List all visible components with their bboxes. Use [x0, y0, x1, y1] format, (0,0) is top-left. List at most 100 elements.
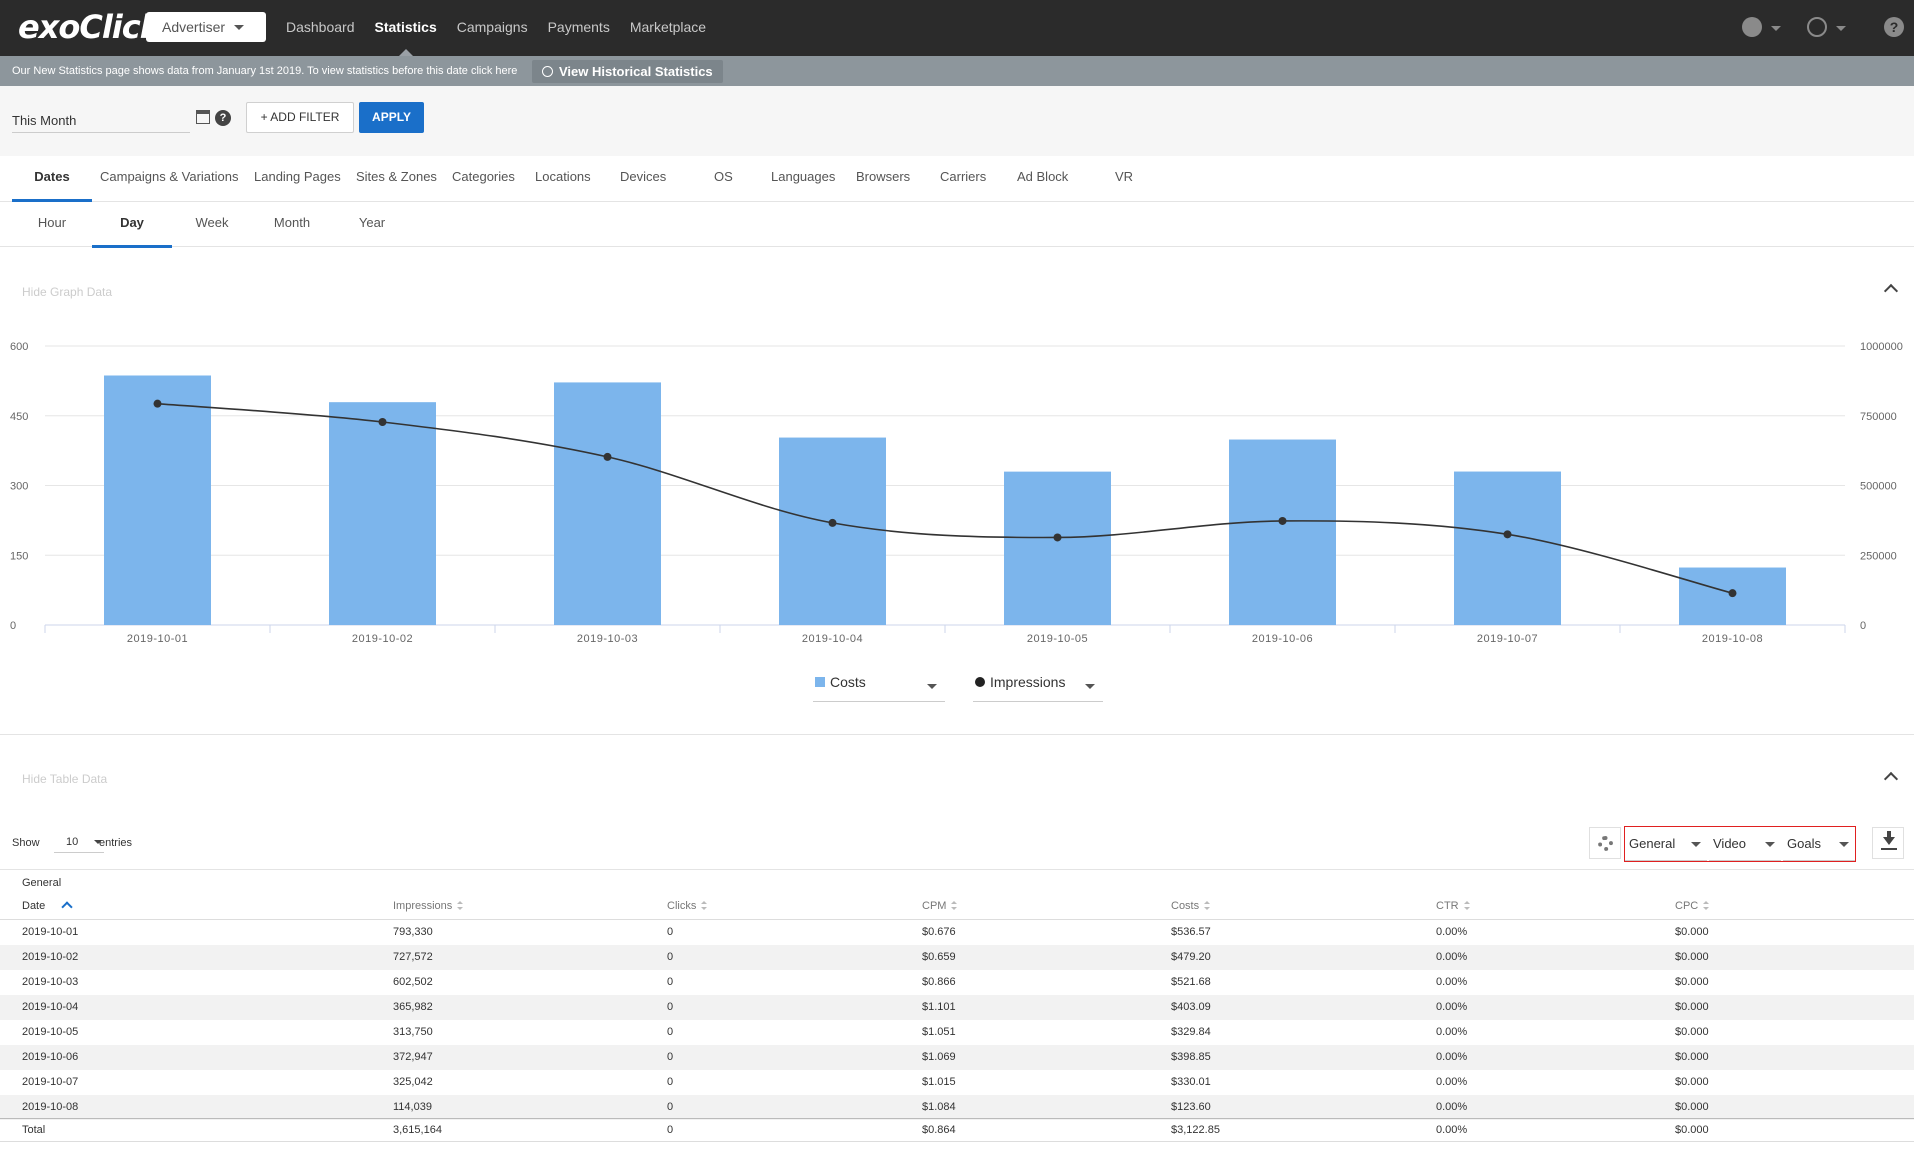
table-cell: 727,572: [393, 951, 433, 963]
chevron-down-icon[interactable]: [1771, 26, 1781, 31]
download-button[interactable]: [1872, 827, 1904, 859]
x-tick-label: 2019-10-03: [577, 633, 638, 645]
y-left-tick-label: 450: [10, 411, 28, 423]
tab-year[interactable]: Year: [332, 202, 412, 248]
costs-bar: [1454, 471, 1561, 625]
column-header-costs[interactable]: Costs: [1171, 900, 1211, 912]
nav-campaigns[interactable]: Campaigns: [447, 0, 538, 56]
tab-ad-block[interactable]: Ad Block: [1017, 156, 1068, 202]
x-tick-label: 2019-10-08: [1702, 633, 1763, 645]
history-icon: [542, 66, 553, 77]
chevron-down-icon: [234, 25, 244, 30]
tab-locations[interactable]: Locations: [535, 156, 591, 202]
help-icon[interactable]: ?: [1884, 17, 1904, 37]
show-entries: Show 10 entries: [12, 836, 132, 853]
impressions-point: [1503, 530, 1512, 539]
tab-sites-zones[interactable]: Sites & Zones: [356, 156, 437, 202]
column-header-cpc[interactable]: CPC: [1675, 900, 1710, 912]
notice-bar: Our New Statistics page shows data from …: [0, 56, 1914, 86]
hide-table-data-toggle[interactable]: Hide Table Data: [22, 772, 107, 786]
tab-hour[interactable]: Hour: [12, 202, 92, 248]
date-range-input[interactable]: This Month: [12, 108, 190, 133]
table-cell: $0.000: [1675, 1001, 1709, 1013]
tab-languages[interactable]: Languages: [771, 156, 835, 202]
column-header-impressions[interactable]: Impressions: [393, 900, 464, 912]
table-cell: 0.00%: [1436, 926, 1468, 938]
column-settings-button[interactable]: [1589, 827, 1621, 859]
column-header-ctr[interactable]: CTR: [1436, 900, 1470, 912]
nav-statistics[interactable]: Statistics: [365, 0, 447, 56]
chevron-down-icon: [1691, 842, 1701, 847]
top-navbar: exoClick Advertiser Dashboard Statistics…: [0, 0, 1914, 56]
nav-dashboard[interactable]: Dashboard: [276, 0, 365, 56]
table-cell: $1.015: [922, 1076, 956, 1088]
left-metric-select[interactable]: Costs: [813, 674, 945, 702]
granularity-tabs: Hour Day Week Month Year: [0, 202, 1914, 248]
table-cell: $0.000: [1675, 976, 1709, 988]
tab-vr[interactable]: VR: [1115, 156, 1133, 202]
column-header-ctr-label: CTR: [1436, 900, 1459, 912]
column-header-cpm[interactable]: CPM: [922, 900, 958, 912]
impressions-point: [1728, 589, 1737, 598]
tab-categories[interactable]: Categories: [452, 156, 515, 202]
user-icon[interactable]: [1742, 17, 1762, 37]
table-cell: $0.000: [1675, 1076, 1709, 1088]
sort-icon: [951, 901, 958, 910]
question-icon[interactable]: ?: [215, 110, 231, 126]
impressions-point: [603, 452, 612, 461]
view-historical-label: View Historical Statistics: [559, 64, 713, 79]
chevron-down-icon[interactable]: [1836, 26, 1846, 31]
tab-browsers[interactable]: Browsers: [856, 156, 910, 202]
entries-value: 10: [66, 836, 79, 848]
chevron-down-icon: [927, 684, 937, 689]
table-cell: $479.20: [1171, 951, 1211, 963]
impressions-point: [378, 418, 387, 427]
general-select[interactable]: General: [1625, 827, 1707, 861]
tab-dates[interactable]: Dates: [12, 156, 92, 202]
general-select-label: General: [1629, 836, 1676, 851]
exoclick-logo[interactable]: exoClick: [18, 8, 161, 46]
table-cell: 0.00%: [1436, 1101, 1468, 1113]
nav-payments[interactable]: Payments: [538, 0, 620, 56]
chevron-up-icon[interactable]: [1883, 771, 1899, 787]
chevron-down-icon: [1085, 684, 1095, 689]
apply-button[interactable]: APPLY: [359, 102, 424, 133]
tab-carriers[interactable]: Carriers: [940, 156, 986, 202]
entries-select[interactable]: 10: [54, 833, 104, 853]
table-cell: $1.084: [922, 1101, 956, 1113]
nav-marketplace[interactable]: Marketplace: [620, 0, 716, 56]
video-select[interactable]: Video: [1709, 827, 1781, 861]
chevron-up-icon[interactable]: [1883, 283, 1899, 299]
right-metric-select[interactable]: Impressions: [973, 674, 1103, 702]
table-cell: $536.57: [1171, 926, 1211, 938]
sort-icon: [1463, 901, 1470, 910]
table-cell: 372,947: [393, 1051, 433, 1063]
calendar-icon[interactable]: [196, 110, 210, 124]
tab-landing-pages[interactable]: Landing Pages: [254, 156, 341, 202]
total-cell: Total: [22, 1124, 46, 1136]
table-cell: 0: [667, 1026, 674, 1038]
tab-week[interactable]: Week: [172, 202, 252, 248]
video-select-label: Video: [1713, 836, 1747, 851]
column-group-selects: General Video Goals: [1624, 826, 1856, 862]
tab-devices[interactable]: Devices: [620, 156, 666, 202]
entries-label: entries: [99, 837, 133, 849]
total-cell: $0.864: [922, 1124, 956, 1136]
goals-select[interactable]: Goals: [1783, 827, 1855, 861]
x-tick-label: 2019-10-02: [352, 633, 413, 645]
column-header-date[interactable]: Date: [22, 900, 73, 913]
table-cell: $0.676: [922, 926, 956, 938]
globe-icon[interactable]: [1807, 17, 1827, 37]
view-historical-statistics-button[interactable]: View Historical Statistics: [532, 60, 723, 83]
tab-day[interactable]: Day: [92, 202, 172, 248]
role-select[interactable]: Advertiser: [146, 12, 266, 42]
column-header-clicks[interactable]: Clicks: [667, 900, 708, 912]
sort-icon: [1204, 901, 1211, 910]
hide-graph-data-toggle[interactable]: Hide Graph Data: [22, 285, 112, 299]
tab-campaigns-variations[interactable]: Campaigns & Variations: [100, 156, 239, 202]
table-cell: $0.866: [922, 976, 956, 988]
tab-os[interactable]: OS: [714, 156, 733, 202]
tab-month[interactable]: Month: [252, 202, 332, 248]
total-cell: $3,122.85: [1171, 1124, 1220, 1136]
add-filter-button[interactable]: + ADD FILTER: [246, 102, 354, 133]
